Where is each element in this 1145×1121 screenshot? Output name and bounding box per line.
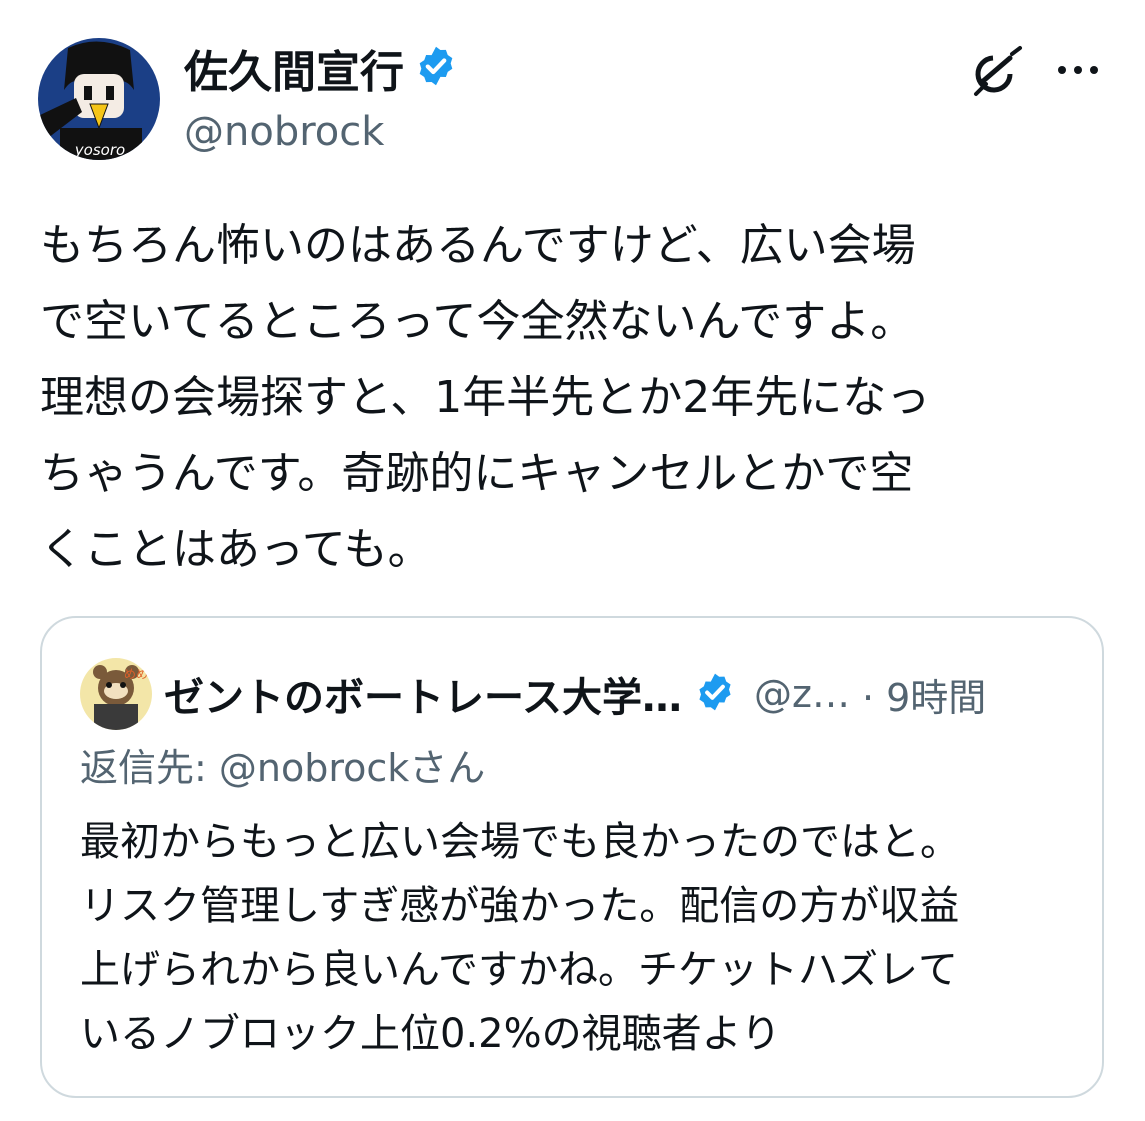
tweet-line: くことはあっても。 <box>40 524 432 575</box>
quoted-tweet-text: 最初からもっと広い会場でも良かったのではと。 リスク管理しすぎ感が強かった。配信… <box>80 810 1080 1066</box>
author-avatar[interactable]: yosoro <box>38 38 160 160</box>
tweet-line: ちゃうんです。奇跡的にキャンセルとかで空 <box>40 448 914 499</box>
quoted-line: 上げられから良いんですかね。チケットハズレて <box>80 947 958 993</box>
verified-badge-icon <box>414 44 458 102</box>
more-options-icon[interactable] <box>1052 50 1104 90</box>
quoted-timestamp[interactable]: · 9時間 <box>862 667 986 722</box>
author-handle[interactable]: @nobrock <box>184 106 384 158</box>
quoted-author-avatar[interactable]: めめ <box>80 658 152 730</box>
tweet-text: もちろん怖いのはあるんですけど、広い会場 で空いてるところって今全然ないんですよ… <box>40 208 1110 588</box>
verified-badge-icon <box>694 671 736 717</box>
quoted-display-name[interactable]: ゼントのボートレース大学… <box>164 665 682 723</box>
quoted-line: 最初からもっと広い会場でも良かったのではと。 <box>80 819 960 865</box>
tweet-line: 理想の会場探すと、1年半先とか2年先になっ <box>40 372 931 423</box>
quoted-handle[interactable]: @z… <box>754 672 850 716</box>
quoted-line: いるノブロック上位0.2%の視聴者より <box>80 1011 781 1057</box>
quoted-tweet-card[interactable]: めめ ゼントのボートレース大学… @z… · 9時間 返信先: @nobrock… <box>40 616 1104 1098</box>
quoted-header: ゼントのボートレース大学… @z… · 9時間 <box>164 662 1074 726</box>
tweet-line: もちろん怖いのはあるんですけど、広い会場 <box>40 220 916 271</box>
grok-icon[interactable] <box>966 44 1026 100</box>
reply-to-label: 返信先: @nobrockさん <box>80 746 486 790</box>
author-name-row[interactable]: 佐久間宣行 <box>184 44 458 102</box>
quoted-line: リスク管理しすぎ感が強かった。配信の方が収益 <box>80 883 960 929</box>
author-display-name[interactable]: 佐久間宣行 <box>184 45 404 101</box>
quoted-avatar-text: めめ <box>124 667 148 681</box>
avatar-logo-text: yosoro <box>74 141 125 159</box>
tweet-line: で空いてるところって今全然ないんですよ。 <box>40 296 915 347</box>
